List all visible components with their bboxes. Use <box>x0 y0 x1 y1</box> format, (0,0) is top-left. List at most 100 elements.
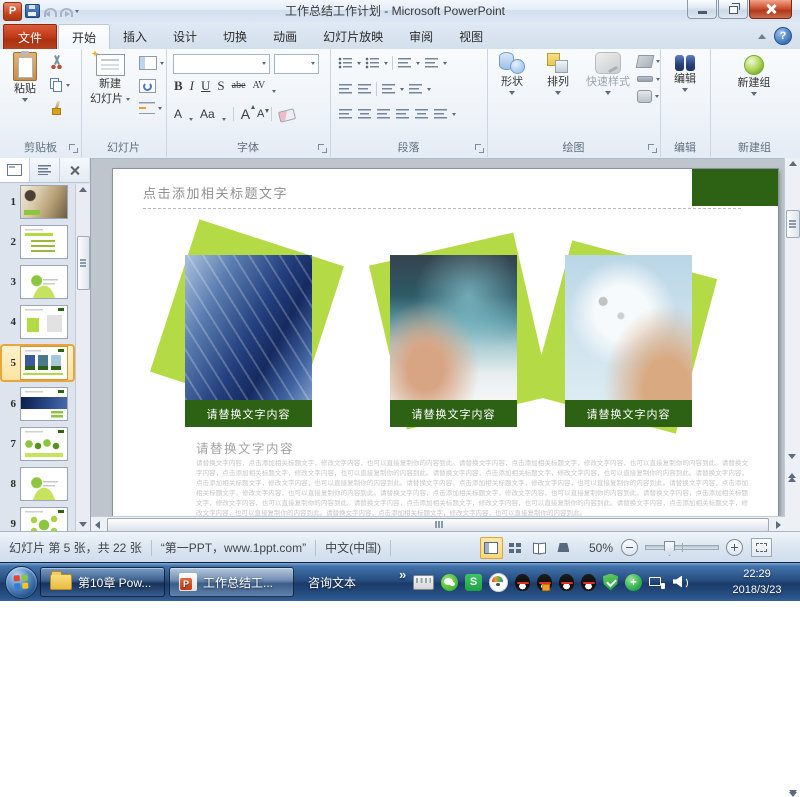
font-color-button[interactable]: A <box>174 107 182 121</box>
scroll-right-icon[interactable] <box>776 521 781 529</box>
reading-view-button[interactable] <box>528 537 551 559</box>
editing-button[interactable]: 编辑 <box>664 52 706 92</box>
tab-outline[interactable] <box>30 158 60 182</box>
keyboard-icon[interactable] <box>413 575 434 590</box>
italic-button[interactable]: I <box>190 79 194 93</box>
zoom-out-button[interactable] <box>621 539 638 556</box>
slide-subtitle[interactable]: 请替换文字内容 <box>196 438 294 457</box>
zoom-slider-thumb[interactable] <box>664 541 675 556</box>
slide-image-1[interactable]: 请替换文字内容 <box>185 255 312 427</box>
clear-formatting-icon[interactable] <box>278 108 296 123</box>
slide-title[interactable]: 点击添加相关标题文字 <box>143 183 288 202</box>
format-painter-icon[interactable] <box>50 101 63 115</box>
cut-icon[interactable] <box>50 55 63 69</box>
tray-overflow-icon[interactable]: » <box>399 567 406 582</box>
tab-插入[interactable]: 插入 <box>110 24 160 49</box>
qq-icon[interactable] <box>559 574 574 591</box>
taskbar-clock[interactable]: 22:29 2018/3/23 <box>721 566 793 598</box>
qq-icon[interactable] <box>581 574 596 591</box>
new-group-button[interactable]: 新建组 <box>728 52 780 96</box>
panel-scroll-down-icon[interactable] <box>79 522 87 527</box>
grow-font-button[interactable]: A <box>241 107 250 121</box>
slide-thumbnail-4[interactable]: 4 <box>0 304 75 340</box>
slide-thumbnail-6[interactable]: 6 <box>0 386 75 422</box>
vertical-scrollbar[interactable] <box>784 158 800 531</box>
undo-icon[interactable] <box>43 7 56 16</box>
slide-thumbnail-9[interactable]: 9 <box>0 506 75 531</box>
character-spacing-button[interactable]: AV <box>253 79 265 93</box>
close-panel-button[interactable] <box>60 158 89 182</box>
bullets-icon[interactable] <box>338 57 353 69</box>
smartart-convert-icon[interactable] <box>433 108 448 120</box>
decrease-indent-icon[interactable] <box>338 83 353 95</box>
volume-icon[interactable] <box>673 574 690 591</box>
numbering-icon[interactable] <box>365 57 380 69</box>
qq-file-icon[interactable] <box>537 574 552 591</box>
font-name-select[interactable] <box>173 54 270 74</box>
underline-button[interactable]: U <box>201 79 210 93</box>
slide-thumbnail-8[interactable]: 8 <box>0 466 75 502</box>
qat-customize-icon[interactable] <box>75 10 79 13</box>
panel-scrollbar[interactable] <box>75 184 90 531</box>
scroll-up-icon[interactable] <box>789 161 797 166</box>
distribute-icon[interactable] <box>414 108 429 120</box>
align-left-icon[interactable] <box>338 108 353 120</box>
collapse-ribbon-icon[interactable] <box>758 34 766 39</box>
tab-幻灯片放映[interactable]: 幻灯片放映 <box>310 24 396 49</box>
change-case-button[interactable]: Aa <box>200 107 215 121</box>
tab-设计[interactable]: 设计 <box>160 24 210 49</box>
shield-icon[interactable] <box>603 574 618 591</box>
minimize-button[interactable] <box>687 0 717 19</box>
slideshow-view-button[interactable] <box>552 537 575 559</box>
shapes-button[interactable]: 形状 <box>491 52 533 95</box>
zoom-slider[interactable] <box>645 545 719 550</box>
network-icon[interactable] <box>649 574 666 591</box>
next-slide-button[interactable] <box>786 496 798 514</box>
slide-thumbnail-5[interactable]: 5 <box>0 344 75 382</box>
slide-thumbnail-3[interactable]: 3 <box>0 264 75 300</box>
layout-icon[interactable] <box>139 56 157 70</box>
tab-开始[interactable]: 开始 <box>58 24 110 49</box>
paragraph-dialog-launcher-icon[interactable] <box>475 144 484 153</box>
scroll-down-icon[interactable] <box>788 454 796 459</box>
qq-icon[interactable] <box>515 574 530 591</box>
tab-slides-thumbnails[interactable] <box>0 158 30 182</box>
drawing-dialog-launcher-icon[interactable] <box>648 144 657 153</box>
reset-slide-icon[interactable] <box>139 79 156 93</box>
shrink-font-button[interactable]: A <box>257 107 264 121</box>
tab-file[interactable]: 文件 <box>3 24 57 51</box>
fit-to-window-button[interactable] <box>751 538 772 557</box>
horizontal-scrollbar[interactable] <box>91 516 785 532</box>
slide-canvas[interactable]: 点击添加相关标题文字 请替换文字内容请替换文字内容请替换文字内容 请替换文字内容… <box>113 169 778 516</box>
new-slide-button[interactable]: 新建 幻灯片 <box>86 52 134 106</box>
antivirus-icon[interactable]: + <box>625 574 642 591</box>
tab-视图[interactable]: 视图 <box>446 24 496 49</box>
columns-icon[interactable] <box>381 83 396 95</box>
quick-styles-button[interactable]: 快速样式 <box>583 52 633 95</box>
line-spacing-icon[interactable] <box>397 57 412 69</box>
scroll-left-icon[interactable] <box>95 521 100 529</box>
shape-outline-icon[interactable] <box>637 76 653 82</box>
close-button[interactable] <box>749 0 792 19</box>
font-size-select[interactable] <box>274 54 319 74</box>
scroll-thumb[interactable] <box>786 210 800 238</box>
normal-view-button[interactable] <box>480 537 503 559</box>
tab-切换[interactable]: 切换 <box>210 24 260 49</box>
wechat-icon[interactable] <box>441 574 458 591</box>
align-text-icon[interactable] <box>408 83 423 95</box>
paste-button[interactable]: 粘贴 <box>4 52 46 102</box>
taskbar-button-1[interactable]: 第10章 Pow... <box>40 567 165 597</box>
text-direction-icon[interactable] <box>424 57 439 69</box>
previous-slide-button[interactable] <box>786 472 798 490</box>
shadow-button[interactable]: S <box>217 79 224 93</box>
shape-effects-icon[interactable] <box>637 90 652 103</box>
font-dialog-launcher-icon[interactable] <box>318 144 327 153</box>
zoom-level[interactable]: 50% <box>589 541 613 555</box>
section-icon[interactable] <box>139 102 155 114</box>
slide-image-3[interactable]: 请替换文字内容 <box>565 255 692 427</box>
taskbar-button-2[interactable]: P工作总结工... <box>169 567 294 597</box>
align-right-icon[interactable] <box>376 108 391 120</box>
sogou-s-icon[interactable]: S <box>465 574 482 591</box>
clipboard-dialog-launcher-icon[interactable] <box>69 144 78 153</box>
panel-scroll-up-icon[interactable] <box>79 187 87 192</box>
